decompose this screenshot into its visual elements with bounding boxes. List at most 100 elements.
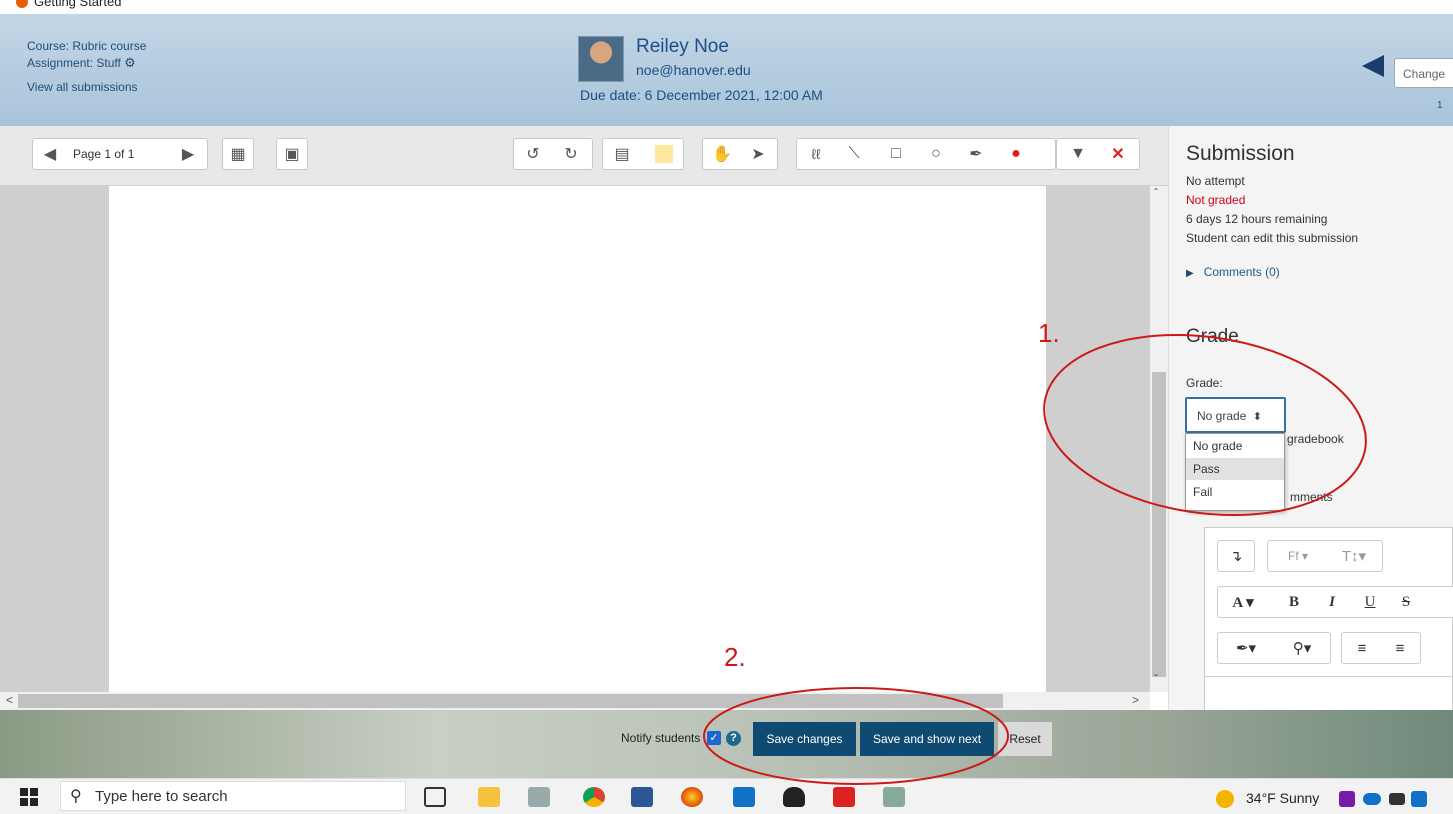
grade-options-list: No grade Pass Fail [1185, 433, 1285, 511]
select-arrows-icon: ⬍ [1249, 411, 1262, 423]
scroll-left-icon[interactable]: < [6, 693, 13, 707]
rectangle-icon[interactable]: □ [881, 139, 911, 169]
sun-weather-icon [1216, 790, 1234, 808]
font-color-icon[interactable]: A ▾ [1220, 587, 1266, 617]
comment-color-icon[interactable] [649, 139, 679, 169]
comments-toggle[interactable]: ▶ Comments (0) [1186, 265, 1280, 279]
search-comments-button[interactable]: ▦ [222, 138, 254, 170]
search-icon: ⚲ [70, 788, 82, 805]
file-explorer-icon[interactable] [478, 787, 500, 807]
avatar [578, 36, 624, 82]
paint-icon[interactable] [883, 787, 905, 807]
paint-brush-icon[interactable]: ✒▾ [1220, 633, 1272, 663]
change-user-input[interactable]: Change [1394, 58, 1453, 88]
bold-icon[interactable]: B [1276, 587, 1312, 617]
pen-icon[interactable]: ℓℓ [801, 139, 831, 169]
delete-icon[interactable]: ✕ [1103, 139, 1133, 169]
scroll-down-icon[interactable]: ˇ [1154, 672, 1158, 686]
notify-students-checkbox[interactable]: ✓ [707, 731, 721, 745]
grading-status: Not graded [1186, 193, 1246, 207]
pan-hand-icon[interactable]: ✋ [707, 139, 737, 169]
select-cursor-icon[interactable]: ➤ [743, 139, 773, 169]
strikethrough-icon[interactable]: S [1388, 587, 1424, 617]
grade-option-fail[interactable]: Fail [1186, 481, 1284, 503]
taskbar-search-input[interactable]: Type here to search [60, 781, 406, 811]
battery-icon[interactable] [1389, 793, 1405, 805]
acrobat-icon[interactable] [833, 787, 855, 807]
action-bar [0, 710, 1453, 778]
expand-icon: ▣ [284, 146, 300, 163]
weather-text[interactable]: 34°F Sunny [1246, 790, 1319, 806]
document-page[interactable] [109, 186, 1046, 692]
font-family-icon[interactable]: Ff ▾ [1272, 541, 1324, 571]
expand-button[interactable]: ▣ [276, 138, 308, 170]
onedrive-icon[interactable] [1363, 793, 1381, 805]
line-icon[interactable]: ⟍ [839, 139, 869, 169]
scroll-right-icon[interactable]: > [1132, 693, 1139, 707]
bullet-list-icon[interactable]: ≡ [1344, 633, 1380, 663]
grade-option-pass[interactable]: Pass [1186, 458, 1284, 480]
gradebook-label: gradebook [1287, 432, 1344, 446]
stamp-delete-group: ▼ ✕ [1056, 138, 1140, 170]
help-icon[interactable]: ? [726, 731, 741, 746]
grade-selected-value: No grade [1197, 409, 1247, 423]
prev-page-icon[interactable]: ◀ [35, 139, 65, 169]
firefox-taskbar-icon[interactable] [681, 787, 703, 807]
gear-icon[interactable]: ⚙ [124, 56, 136, 69]
user-email[interactable]: noe@hanover.edu [636, 62, 751, 78]
onenote-icon[interactable] [1339, 791, 1355, 807]
user-count: 1 [1437, 100, 1443, 111]
scroll-up-icon[interactable]: ˆ [1154, 186, 1158, 200]
chrome-icon[interactable] [583, 787, 605, 807]
rotate-left-icon[interactable]: ↺ [518, 139, 548, 169]
browser-tab-title[interactable]: Getting Started [34, 0, 121, 9]
lightbulb-icon[interactable]: ⚲▾ [1276, 633, 1328, 663]
windows-start-icon[interactable] [20, 788, 38, 806]
snipping-tool-icon[interactable] [528, 787, 550, 807]
font-group: Ff ▾ T↕▾ [1267, 540, 1383, 572]
oval-icon[interactable]: ○ [921, 139, 951, 169]
annotation-toolbar: ◀ Page 1 of 1 ▶ ▦ ▣ ↺ ↻ ▤ ✋ ➤ ℓℓ ⟍ □ ○ ✒… [0, 126, 1168, 186]
assignment-link[interactable]: Assignment: Stuff ⚙ [27, 56, 136, 70]
comment-icon[interactable]: ▤ [607, 139, 637, 169]
color-drop-icon[interactable]: ● [1001, 139, 1031, 169]
vertical-scrollbar-thumb[interactable] [1152, 372, 1166, 677]
horizontal-scrollbar-thumb[interactable] [18, 694, 1003, 708]
underline-icon[interactable]: U [1352, 587, 1388, 617]
course-link[interactable]: Course: Rubric course [27, 39, 146, 53]
highlighter-icon[interactable]: ✒ [961, 139, 991, 169]
page-label[interactable]: Page 1 of 1 [73, 147, 134, 161]
security-shield-icon[interactable] [783, 787, 805, 807]
word-icon[interactable] [631, 787, 653, 807]
task-view-icon[interactable] [424, 787, 446, 807]
firefox-icon [16, 0, 28, 8]
outlook-tray-icon[interactable] [1411, 791, 1427, 807]
save-changes-button[interactable]: Save changes [753, 722, 856, 756]
stamp-icon[interactable]: ▼ [1063, 139, 1093, 169]
submission-status: No attempt [1186, 174, 1245, 188]
draw-tools-group: ℓℓ ⟍ □ ○ ✒ ● [796, 138, 1056, 170]
rotate-right-icon[interactable]: ↻ [556, 139, 586, 169]
previous-user-icon[interactable] [1362, 55, 1384, 77]
toolbar-toggle-button[interactable]: ↴ [1217, 540, 1255, 572]
format-group: A ▾ B I U S [1217, 586, 1453, 618]
font-size-icon[interactable]: T↕▾ [1328, 541, 1380, 571]
view-all-submissions-link[interactable]: View all submissions [27, 80, 138, 94]
user-name[interactable]: Reiley Noe [636, 36, 729, 58]
time-remaining: 6 days 12 hours remaining [1186, 212, 1328, 226]
outlook-icon[interactable] [733, 787, 755, 807]
pdf-viewer[interactable] [0, 186, 1168, 692]
browser-tab-strip: Getting Started [0, 0, 1453, 14]
grading-header: Course: Rubric course Assignment: Stuff … [0, 14, 1453, 126]
feedback-comments-label: mments [1290, 490, 1333, 504]
feedback-editor[interactable]: ↴ Ff ▾ T↕▾ A ▾ B I U S ✒▾ ⚲▾ ≡ ≡ [1204, 527, 1453, 712]
numbered-list-icon[interactable]: ≡ [1382, 633, 1418, 663]
save-and-show-next-button[interactable]: Save and show next [860, 722, 994, 756]
reset-button[interactable]: Reset [998, 722, 1052, 756]
rotate-group: ↺ ↻ [513, 138, 593, 170]
italic-icon[interactable]: I [1314, 587, 1350, 617]
next-page-icon[interactable]: ▶ [173, 139, 203, 169]
edit-status: Student can edit this submission [1186, 231, 1359, 245]
grade-select[interactable]: No grade ⬍ [1185, 397, 1286, 433]
grade-option-no-grade[interactable]: No grade [1186, 435, 1284, 457]
